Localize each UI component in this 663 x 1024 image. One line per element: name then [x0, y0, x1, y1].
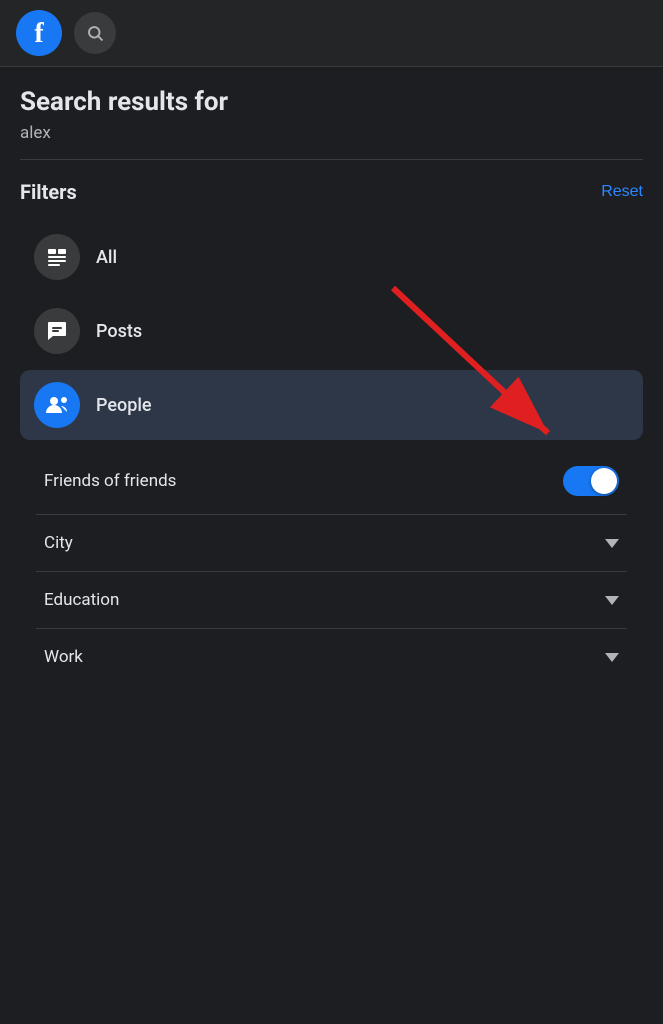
filter-posts-label: Posts — [96, 321, 142, 342]
city-dropdown-arrow — [605, 539, 619, 548]
people-icon-circle — [34, 382, 80, 428]
posts-icon-circle — [34, 308, 80, 354]
education-filter[interactable]: Education — [36, 572, 627, 629]
city-label: City — [44, 533, 73, 553]
toggle-thumb — [591, 468, 617, 494]
main-content: Search results for alex Filters Reset Al… — [0, 67, 663, 685]
education-dropdown-arrow — [605, 596, 619, 605]
header: f — [0, 0, 663, 67]
education-label: Education — [44, 590, 119, 610]
reset-button[interactable]: Reset — [601, 183, 643, 201]
friends-of-friends-toggle[interactable] — [563, 466, 619, 496]
posts-icon — [45, 319, 69, 343]
section-divider — [20, 159, 643, 160]
search-icon — [86, 24, 104, 42]
city-filter[interactable]: City — [36, 515, 627, 572]
facebook-logo: f — [16, 10, 62, 56]
filter-item-posts[interactable]: Posts — [20, 296, 643, 366]
work-label: Work — [44, 647, 83, 667]
filters-title: Filters — [20, 180, 77, 204]
filter-item-people[interactable]: People — [20, 370, 643, 440]
friends-of-friends-filter[interactable]: Friends of friends — [36, 448, 627, 515]
filter-item-all[interactable]: All — [20, 222, 643, 292]
facebook-logo-letter: f — [34, 20, 43, 48]
people-icon — [44, 394, 70, 416]
search-results-title: Search results for — [20, 87, 643, 117]
sub-filters-container: Friends of friends City Education Work — [20, 448, 643, 685]
search-button[interactable] — [74, 12, 116, 54]
work-filter[interactable]: Work — [36, 629, 627, 685]
sub-filters: Friends of friends City Education Work — [20, 448, 643, 685]
all-icon-circle — [34, 234, 80, 280]
friends-of-friends-label: Friends of friends — [44, 471, 176, 491]
filter-people-label: People — [96, 395, 152, 416]
all-icon — [45, 245, 69, 269]
search-query-text: alex — [20, 123, 643, 143]
toggle-track — [563, 466, 619, 496]
filters-header: Filters Reset — [20, 180, 643, 204]
filter-all-label: All — [96, 247, 117, 268]
work-dropdown-arrow — [605, 653, 619, 662]
